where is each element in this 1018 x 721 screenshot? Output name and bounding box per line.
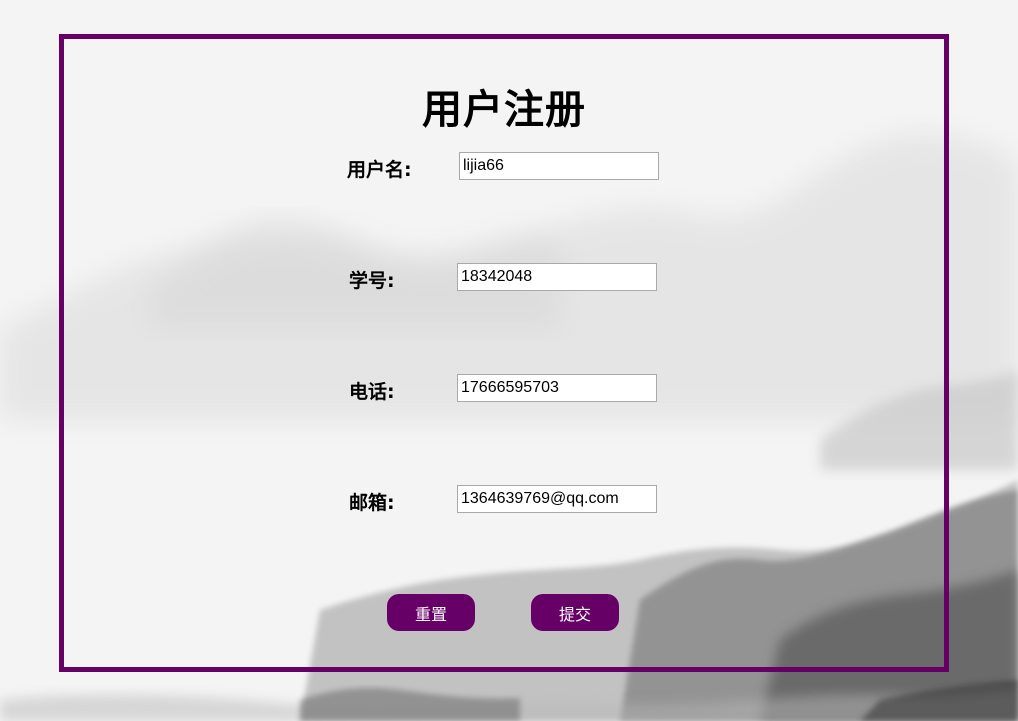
page-title: 用户注册 — [422, 87, 586, 133]
student-id-label: 学号: — [349, 270, 395, 292]
email-field[interactable] — [457, 485, 657, 513]
username-label: 用户名: — [347, 159, 412, 181]
reset-button[interactable]: 重置 — [387, 594, 475, 631]
phone-field[interactable] — [457, 374, 657, 402]
registration-form: 用户注册 用户名: 学号: 电话: 邮箱: 重置 提交 — [59, 34, 949, 672]
username-field[interactable] — [459, 152, 659, 180]
phone-label: 电话: — [349, 381, 395, 403]
email-label: 邮箱: — [349, 492, 395, 514]
submit-button[interactable]: 提交 — [531, 594, 619, 631]
student-id-field[interactable] — [457, 263, 657, 291]
